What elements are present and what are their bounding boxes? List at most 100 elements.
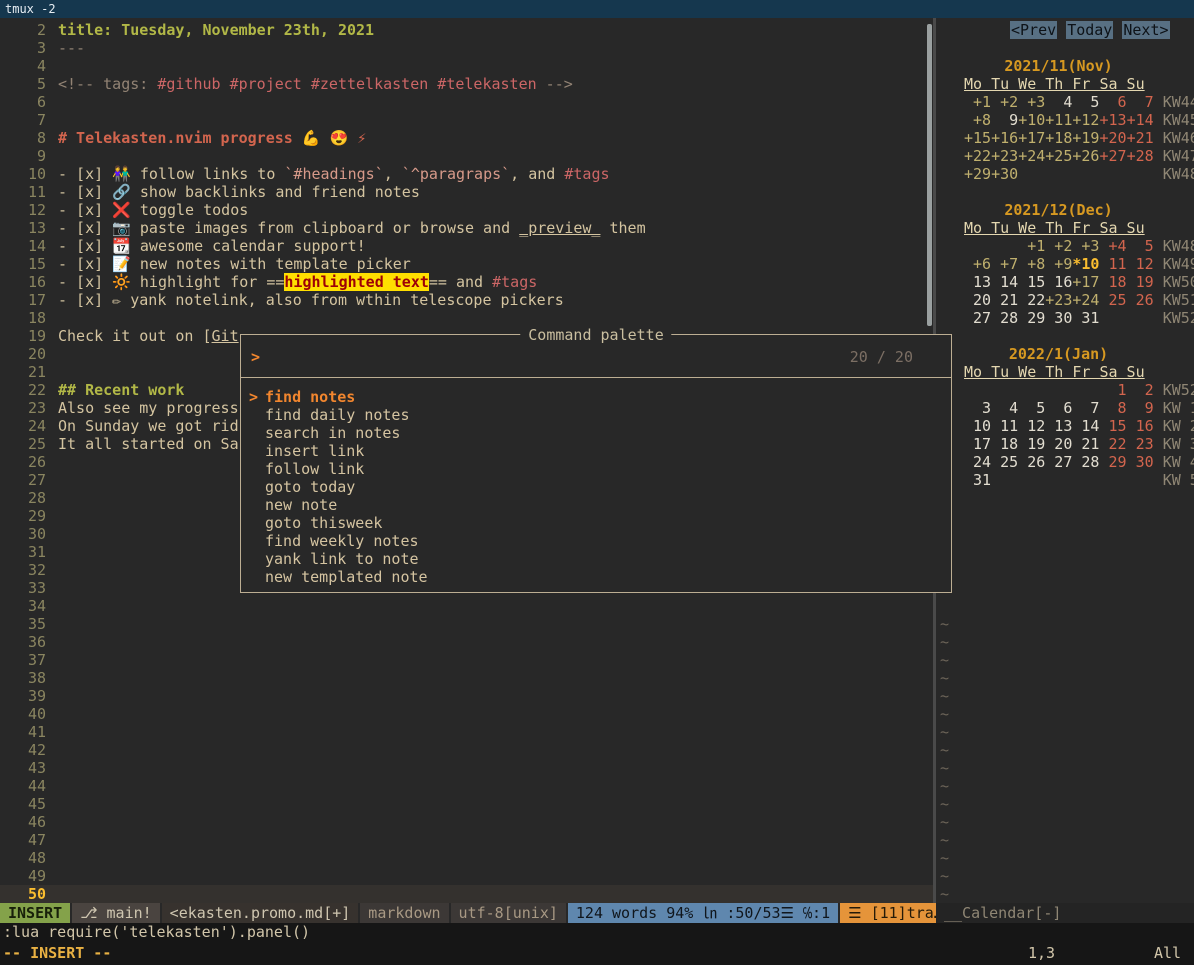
palette-item[interactable]: search in notes	[241, 424, 951, 442]
calendar-day[interactable]: +10	[1018, 111, 1045, 129]
calendar-day[interactable]: 19	[1127, 273, 1154, 291]
calendar-day[interactable]: 24	[964, 453, 991, 471]
editor-line[interactable]: 39	[0, 687, 933, 705]
calendar-day[interactable]: 14	[1072, 417, 1099, 435]
calendar-day[interactable]: 6	[1045, 399, 1072, 417]
calendar-day[interactable]: 29	[1099, 453, 1126, 471]
calendar-day[interactable]: 1	[1099, 381, 1126, 399]
calendar-day[interactable]: +22	[964, 147, 991, 165]
calendar-day[interactable]: 25	[991, 453, 1018, 471]
calendar-day[interactable]: +4	[1099, 237, 1126, 255]
palette-item[interactable]: find daily notes	[241, 406, 951, 424]
calendar-day[interactable]: +24	[1018, 147, 1045, 165]
calendar-day[interactable]: +11	[1045, 111, 1072, 129]
calendar-day[interactable]: 27	[964, 309, 991, 327]
calendar-day[interactable]: 26	[1127, 291, 1154, 309]
editor-line[interactable]: 15- [x] 📝 new notes with template picker	[0, 255, 933, 273]
palette-item[interactable]: find weekly notes	[241, 532, 951, 550]
calendar-day[interactable]: 9	[1127, 399, 1154, 417]
editor-line[interactable]: 46	[0, 813, 933, 831]
calendar-day[interactable]: 23	[1127, 435, 1154, 453]
calendar-day[interactable]: 15	[1018, 273, 1045, 291]
editor-line[interactable]: 41	[0, 723, 933, 741]
calendar-day[interactable]: +13	[1099, 111, 1126, 129]
palette-item[interactable]: goto thisweek	[241, 514, 951, 532]
calendar-day[interactable]: 11	[1099, 255, 1126, 273]
palette-prompt[interactable]: > 20 / 20	[241, 347, 951, 367]
calendar-day[interactable]: 5	[1072, 93, 1099, 111]
calendar-day[interactable]: 31	[1072, 309, 1099, 327]
calendar-day[interactable]: 20	[1045, 435, 1072, 453]
calendar-day[interactable]: 9	[991, 111, 1018, 129]
editor-line[interactable]: 18	[0, 309, 933, 327]
calendar-day[interactable]: +20	[1099, 129, 1126, 147]
palette-item[interactable]: insert link	[241, 442, 951, 460]
calendar-day[interactable]: +1	[964, 93, 991, 111]
calendar-day[interactable]: +1	[1018, 237, 1045, 255]
calendar-day[interactable]: +23	[1045, 291, 1072, 309]
editor-line[interactable]: 10- [x] 👫 follow links to `#headings`, `…	[0, 165, 933, 183]
calendar-day[interactable]: 5	[1018, 399, 1045, 417]
calendar-day[interactable]: 19	[1018, 435, 1045, 453]
editor-line[interactable]: 36	[0, 633, 933, 651]
calendar-day[interactable]: +25	[1045, 147, 1072, 165]
calendar-day[interactable]: +24	[1072, 291, 1099, 309]
calendar-day[interactable]: 31	[964, 471, 991, 489]
palette-item[interactable]: >find notes	[241, 388, 951, 406]
editor-line[interactable]: 12- [x] ❌ toggle todos	[0, 201, 933, 219]
nav-next-button[interactable]: Next>	[1122, 21, 1169, 39]
calendar-day[interactable]: 17	[964, 435, 991, 453]
palette-item[interactable]: follow link	[241, 460, 951, 478]
calendar-day[interactable]: 25	[1099, 291, 1126, 309]
calendar-day[interactable]: +16	[991, 129, 1018, 147]
editor-line[interactable]: 45	[0, 795, 933, 813]
calendar-day[interactable]: 7	[1127, 93, 1154, 111]
calendar-day[interactable]: 22	[1018, 291, 1045, 309]
command-line[interactable]: :lua require('telekasten').panel()	[0, 923, 1194, 942]
calendar-day[interactable]: +3	[1072, 237, 1099, 255]
calendar-day[interactable]: 13	[964, 273, 991, 291]
editor-line[interactable]: 4	[0, 57, 933, 75]
calendar-day[interactable]: 5	[1127, 237, 1154, 255]
calendar-day[interactable]: +18	[1045, 129, 1072, 147]
calendar-day[interactable]: 11	[991, 417, 1018, 435]
editor-line[interactable]: 35	[0, 615, 933, 633]
calendar-day[interactable]: +9	[1045, 255, 1072, 273]
calendar-day[interactable]: 21	[1072, 435, 1099, 453]
calendar-day[interactable]: 3	[964, 399, 991, 417]
calendar-day[interactable]: +15	[964, 129, 991, 147]
calendar-day[interactable]: +29	[964, 165, 991, 183]
editor-line[interactable]: 14- [x] 📆 awesome calendar support!	[0, 237, 933, 255]
calendar-day[interactable]: +7	[991, 255, 1018, 273]
editor-line[interactable]: 9	[0, 147, 933, 165]
editor-line[interactable]: 47	[0, 831, 933, 849]
editor-line[interactable]: 49	[0, 867, 933, 885]
palette-item[interactable]: new note	[241, 496, 951, 514]
editor-line[interactable]: 6	[0, 93, 933, 111]
calendar-day[interactable]: 4	[991, 399, 1018, 417]
calendar-day[interactable]: +14	[1127, 111, 1154, 129]
editor-line[interactable]: 13- [x] 📷 paste images from clipboard or…	[0, 219, 933, 237]
calendar-day[interactable]: 30	[1127, 453, 1154, 471]
palette-item[interactable]: new templated note	[241, 568, 951, 586]
calendar-day[interactable]: 26	[1018, 453, 1045, 471]
calendar-day[interactable]: +23	[991, 147, 1018, 165]
calendar-day[interactable]: 12	[1127, 255, 1154, 273]
editor-line[interactable]: 44	[0, 777, 933, 795]
palette-item[interactable]: yank link to note	[241, 550, 951, 568]
calendar-day[interactable]: +2	[1045, 237, 1072, 255]
editor-line[interactable]: 2title: Tuesday, November 23th, 2021	[0, 21, 933, 39]
editor-line[interactable]: 17- [x] ✏ yank notelink, also from wthin…	[0, 291, 933, 309]
calendar-day[interactable]: +19	[1072, 129, 1099, 147]
calendar-day[interactable]: +17	[1072, 273, 1099, 291]
nav-today-button[interactable]: Today	[1066, 21, 1113, 39]
calendar-day[interactable]: 10	[964, 417, 991, 435]
calendar-day[interactable]: +2	[991, 93, 1018, 111]
calendar-day[interactable]: *10	[1072, 255, 1099, 273]
calendar-day[interactable]: 28	[991, 309, 1018, 327]
calendar-day[interactable]: 4	[1045, 93, 1072, 111]
nav-prev-button[interactable]: <Prev	[1010, 21, 1057, 39]
calendar-day[interactable]: 30	[1045, 309, 1072, 327]
calendar-day[interactable]: +21	[1127, 129, 1154, 147]
calendar-day[interactable]: 29	[1018, 309, 1045, 327]
